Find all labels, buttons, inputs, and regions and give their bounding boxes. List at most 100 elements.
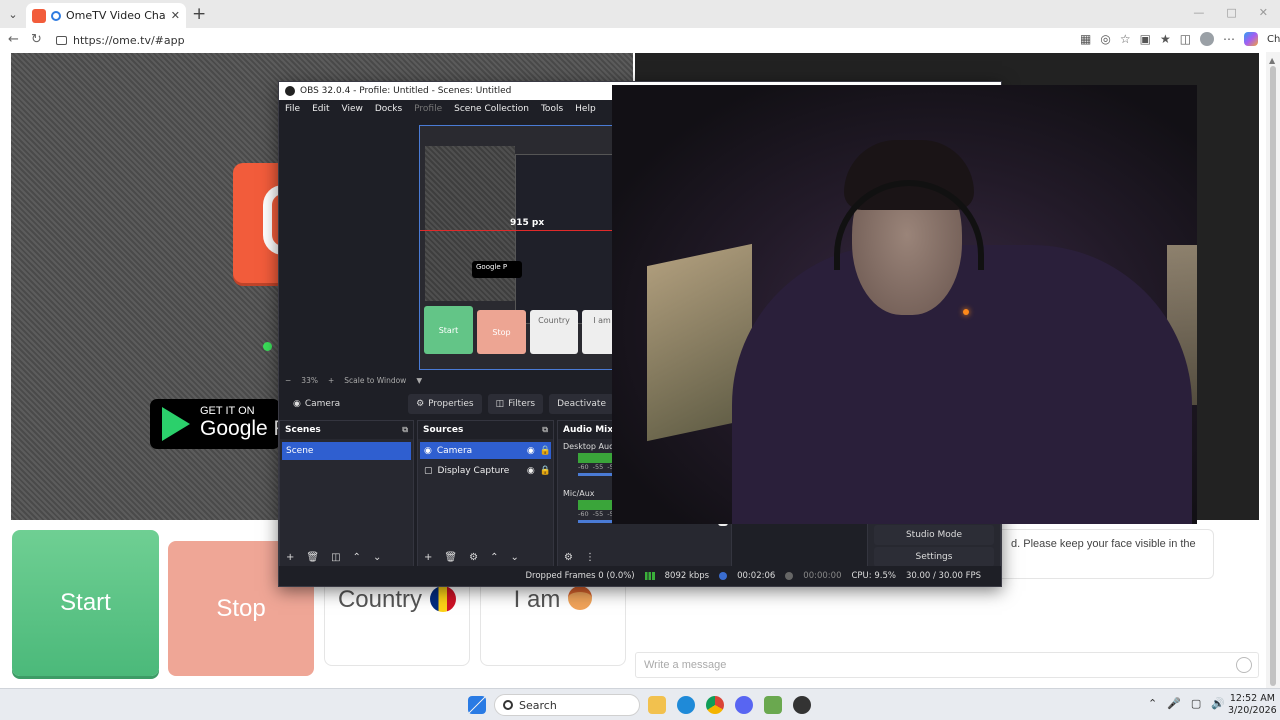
menu-help[interactable]: Help	[575, 104, 596, 114]
meter-tick: -60	[578, 510, 589, 518]
chrome-icon[interactable]	[706, 696, 724, 714]
edge-icon[interactable]	[677, 696, 695, 714]
zoom-in-button[interactable]: +	[328, 376, 334, 385]
visibility-eye-icon[interactable]: ◉	[527, 466, 535, 476]
studio-mode-button[interactable]: Studio Mode	[874, 525, 994, 545]
settings-button[interactable]: Settings	[874, 547, 994, 567]
tab-list-chevron-icon[interactable]: ⌄	[4, 5, 22, 23]
zoom-out-button[interactable]: −	[285, 376, 291, 385]
cpu-usage: CPU: 9.5%	[851, 571, 896, 581]
windows-start-icon[interactable]	[468, 696, 486, 714]
browser-tab-ometv[interactable]: OmeTV Video Chat — Omegle ✕	[26, 3, 186, 28]
romania-flag-icon	[430, 586, 457, 612]
taskbar-clock[interactable]: 12:52 AM 3/20/2026	[1228, 693, 1277, 717]
menu-profile[interactable]: Profile	[414, 104, 442, 114]
new-tab-plus-icon[interactable]: +	[192, 4, 206, 24]
move-up-icon[interactable]: ⌃	[353, 552, 361, 563]
lock-icon[interactable]: 🔒	[540, 446, 551, 456]
clock-time: 12:52 AM	[1229, 693, 1275, 704]
remove-scene-icon[interactable]: 🗑	[306, 552, 319, 563]
move-down-icon[interactable]: ⌄	[373, 552, 381, 563]
refresh-icon[interactable]: ↻	[31, 32, 42, 47]
zoom-mode[interactable]: Scale to Window	[344, 376, 406, 385]
scenes-dock-header: Scenes ⧉	[280, 421, 413, 439]
menu-scene-collection[interactable]: Scene Collection	[454, 104, 529, 114]
taskbar-search[interactable]: Search	[494, 694, 640, 716]
menu-docks[interactable]: Docks	[375, 104, 402, 114]
maximize-icon[interactable]: □	[1226, 6, 1236, 19]
zoom-dropdown-icon[interactable]: ▼	[416, 376, 422, 385]
favorite-star-icon[interactable]: ☆	[1120, 32, 1131, 46]
mixer-menu-icon[interactable]: ⋮	[585, 552, 595, 563]
scene-item[interactable]: Scene	[282, 442, 411, 460]
add-scene-icon[interactable]: +	[286, 552, 294, 563]
reader-icon[interactable]: ◎	[1100, 32, 1110, 46]
microphone-icon[interactable]: 🎤	[1167, 697, 1181, 710]
camera-in-use-icon[interactable]: ▣	[1140, 32, 1151, 46]
webcam-headset-led	[963, 309, 969, 315]
start-button[interactable]: Start	[12, 530, 159, 676]
dropped-frames: Dropped Frames 0 (0.0%)	[525, 571, 635, 581]
url-field[interactable]: https://ome.tv/#app	[52, 30, 1072, 50]
volume-icon[interactable]: 🔊	[1211, 697, 1225, 710]
move-up-icon[interactable]: ⌃	[490, 552, 498, 563]
tray-chevron-icon[interactable]: ⌃	[1148, 697, 1157, 710]
emoji-icon[interactable]	[1236, 657, 1252, 673]
minecraft-icon[interactable]	[764, 696, 782, 714]
display-icon[interactable]: ▢	[1191, 697, 1201, 710]
filters-icon: ◫	[495, 399, 505, 409]
split-screen-icon[interactable]: ◫	[1180, 32, 1191, 46]
minimize-icon[interactable]: —	[1193, 6, 1204, 19]
close-window-icon[interactable]: ✕	[1259, 6, 1268, 19]
country-label: Country	[337, 586, 423, 613]
remove-source-icon[interactable]: 🗑	[444, 552, 457, 563]
bitrate: 8092 kbps	[664, 571, 710, 581]
tab-close-icon[interactable]: ✕	[171, 9, 180, 22]
recording-indicator-icon	[51, 10, 61, 21]
file-explorer-icon[interactable]	[648, 696, 666, 714]
obs-status-bar: Dropped Frames 0 (0.0%) 8092 kbps 00:02:…	[279, 566, 1001, 586]
more-options-icon[interactable]: ⋯	[1223, 32, 1235, 46]
message-input[interactable]: Write a message	[635, 652, 1259, 678]
site-info-icon[interactable]	[56, 35, 67, 45]
monitor-icon: ▢	[424, 465, 433, 476]
add-source-icon[interactable]: +	[424, 552, 432, 563]
scroll-up-icon[interactable]: ▲	[1269, 56, 1275, 65]
scrollbar-thumb[interactable]	[1270, 66, 1276, 686]
advanced-audio-icon[interactable]: ⚙	[564, 552, 573, 563]
source-item-camera[interactable]: ◉ Camera ◉ 🔒	[420, 442, 551, 459]
properties-button[interactable]: ⚙ Properties	[408, 394, 482, 414]
page-scrollbar[interactable]: ▲	[1266, 52, 1280, 688]
discord-icon[interactable]	[735, 696, 753, 714]
copilot-chat-label[interactable]: Chat	[1267, 34, 1280, 45]
filters-button[interactable]: ◫ Filters	[487, 394, 544, 414]
obs-preview-canvas[interactable]: 915 px Google P Start Stop Country I am	[419, 125, 614, 370]
dock-undock-icon[interactable]: ⧉	[542, 425, 548, 435]
sources-title: Sources	[423, 425, 464, 435]
scene-filters-icon[interactable]: ◫	[331, 552, 340, 563]
meter-tick: -60	[578, 463, 589, 471]
google-play-badge[interactable]: GET IT ON Google Play	[150, 399, 314, 449]
menu-view[interactable]: View	[342, 104, 363, 114]
deactivate-button[interactable]: Deactivate	[549, 394, 614, 414]
lock-icon[interactable]: 🔒	[540, 466, 551, 476]
back-arrow-icon[interactable]: ←	[8, 32, 19, 47]
favorites-list-icon[interactable]: ★	[1160, 32, 1171, 46]
menu-file[interactable]: File	[285, 104, 300, 114]
menu-edit[interactable]: Edit	[312, 104, 329, 114]
grid-apps-icon[interactable]: ▦	[1080, 32, 1091, 46]
preview-stop: Stop	[477, 310, 526, 354]
source-item-display-capture[interactable]: ▢ Display Capture ◉ 🔒	[420, 462, 551, 479]
recording-status-icon	[719, 572, 728, 580]
dock-undock-icon[interactable]: ⧉	[402, 425, 408, 435]
online-indicator-dot	[263, 342, 272, 351]
profile-avatar[interactable]	[1200, 32, 1215, 46]
scenes-toolbar: + 🗑 ◫ ⌃ ⌄	[280, 547, 413, 567]
url-text: https://ome.tv/#app	[73, 33, 185, 47]
menu-tools[interactable]: Tools	[541, 104, 563, 114]
source-properties-icon[interactable]: ⚙	[469, 552, 478, 563]
move-down-icon[interactable]: ⌄	[510, 552, 518, 563]
copilot-icon[interactable]	[1244, 32, 1259, 46]
visibility-eye-icon[interactable]: ◉	[527, 446, 535, 456]
obs-taskbar-icon[interactable]	[793, 696, 811, 714]
